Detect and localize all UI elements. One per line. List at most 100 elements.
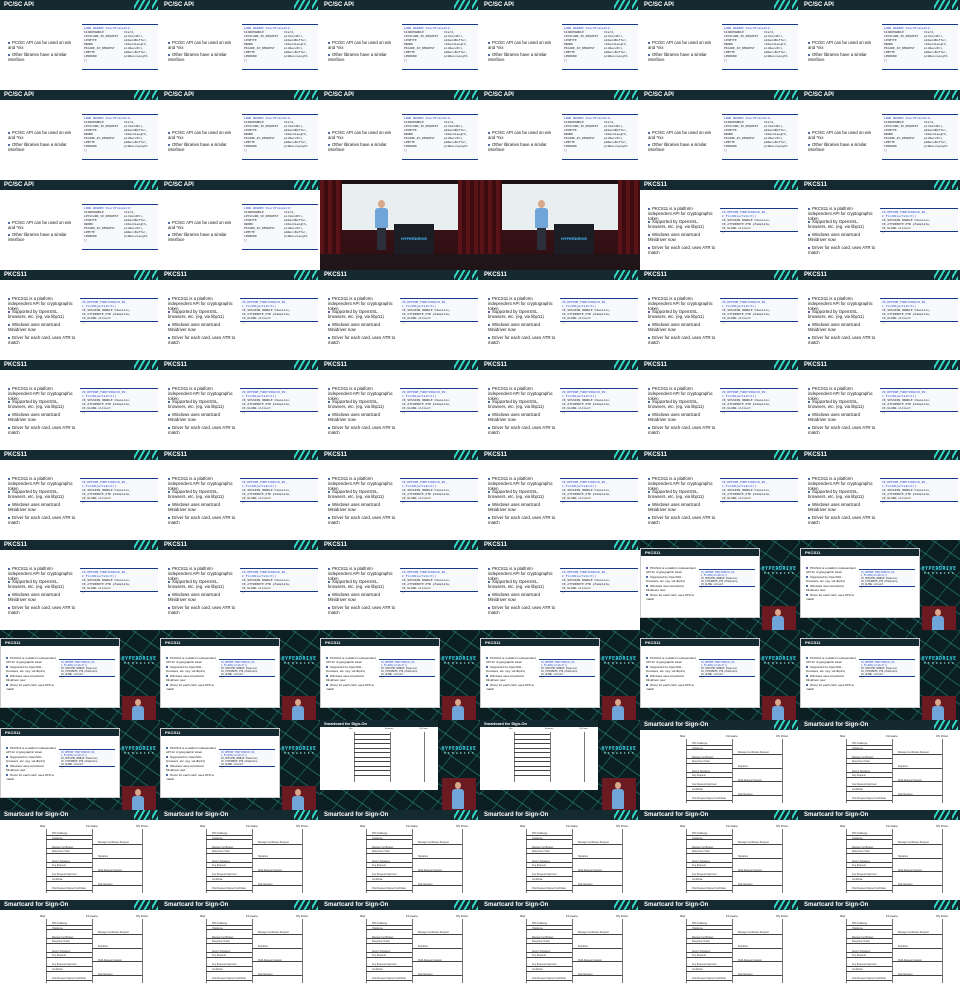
video-frame-thumbnail[interactable]: PKCS11 PKCS11 is a platform independent A…: [480, 630, 640, 720]
video-frame-thumbnail[interactable]: PKCS11 PKCS11 is a platform independent A…: [0, 360, 160, 450]
video-frame-thumbnail[interactable]: PC/SC API PC/SC API can be used on win an…: [640, 90, 800, 180]
video-frame-thumbnail[interactable]: PC/SC API PC/SC API can be used on win an…: [160, 180, 320, 270]
video-frame-thumbnail[interactable]: PKCS11 PKCS11 is a platform independent A…: [320, 270, 480, 360]
video-frame-thumbnail[interactable]: PKCS11 PKCS11 is a platform independent A…: [480, 450, 640, 540]
video-frame-thumbnail[interactable]: Smartcard for Sign-On Mac Firmware OS Drive…: [160, 900, 320, 990]
video-frame-thumbnail[interactable]: PKCS11 PKCS11 is a platform independent A…: [0, 630, 160, 720]
video-frame-thumbnail[interactable]: Smartcard for Sign-On Mac Firmware OS Drive…: [640, 810, 800, 900]
bullet-item: Windows uses smartcard Minidriver now: [488, 412, 556, 422]
message-label: Return Signature: [372, 949, 391, 953]
lifeline-label: OS Driver: [136, 914, 149, 918]
video-frame-thumbnail[interactable]: PKCS11 PKCS11 is a platform independent A…: [800, 270, 960, 360]
video-frame-thumbnail[interactable]: PKCS11 PKCS11 is a platform independent A…: [320, 540, 480, 630]
video-frame-thumbnail[interactable]: PC/SC API PC/SC API can be used on win an…: [800, 0, 960, 90]
video-frame-thumbnail[interactable]: Smartcard for Sign-On Mac Firmware OS Drive…: [640, 900, 800, 990]
video-frame-thumbnail[interactable]: Smartcard for Sign-On Mac Firmware OS Drive…: [160, 810, 320, 900]
video-frame-thumbnail[interactable]: PKCS11 PKCS11 is a platform independent A…: [160, 540, 320, 630]
video-frame-thumbnail[interactable]: Smartcard for Sign-On Mac Firmware OS Drive…: [480, 720, 640, 810]
video-frame-thumbnail[interactable]: Smartcard for Sign-On Mac Firmware OS Drive…: [320, 720, 480, 810]
video-frame-thumbnail[interactable]: PKCS11 PKCS11 is a platform independent A…: [0, 450, 160, 540]
video-frame-thumbnail[interactable]: PKCS11 PKCS11 is a platform independent A…: [640, 450, 800, 540]
bullet-text: Driver for each card, uses ATR to match: [6, 683, 55, 691]
bullet-text: Driver for each card, uses ATR to match: [8, 425, 76, 435]
video-frame-thumbnail[interactable]: PKCS11 PKCS11 is a platform independent A…: [800, 360, 960, 450]
video-frame-thumbnail[interactable]: PC/SC API PC/SC API can be used on win an…: [640, 0, 800, 90]
video-frame-thumbnail[interactable]: PC/SC API PC/SC API can be used on win an…: [480, 0, 640, 90]
video-frame-thumbnail[interactable]: PKCS11 PKCS11 is a platform independent A…: [640, 630, 800, 720]
slide-title: PKCS11: [645, 550, 661, 555]
video-frame-thumbnail[interactable]: PKCS11 PKCS11 is a platform independent A…: [160, 630, 320, 720]
message-label: PIN Challenge: [692, 742, 708, 745]
video-frame-thumbnail[interactable]: Smartcard for Sign-On Mac Firmware OS Drive…: [800, 720, 960, 810]
video-frame-thumbnail[interactable]: PKCS11 PKCS11 is a platform independent A…: [160, 720, 320, 810]
video-frame-thumbnail[interactable]: PKCS11 PKCS11 is a platform independent A…: [0, 270, 160, 360]
bullet-dot: [808, 413, 810, 416]
video-frame-thumbnail[interactable]: PKCS11 PKCS11 is a platform independent A…: [320, 450, 480, 540]
video-frame-thumbnail[interactable]: PC/SC API PC/SC API can be used on win an…: [320, 0, 480, 90]
slide-header: Smartcard for Sign-On: [640, 900, 800, 910]
message-label: Signature: [738, 945, 749, 948]
video-frame-thumbnail[interactable]: Smartcard for Sign-On Mac Firmware OS Drive…: [0, 810, 160, 900]
video-frame-thumbnail[interactable]: Smartcard for Sign-On Mac Firmware OS Drive…: [480, 900, 640, 990]
video-frame-thumbnail[interactable]: PKCS11 PKCS11 is a platform independent A…: [160, 450, 320, 540]
video-frame-thumbnail[interactable]: PKCS11 PKCS11 is a platform independent A…: [320, 630, 480, 720]
video-frame-thumbnail[interactable]: PKCS11 PKCS11 is a platform independent A…: [640, 360, 800, 450]
bullet-text: Windows uses smartcard Minidriver now: [806, 584, 844, 592]
lifeline: [252, 829, 253, 893]
video-frame-thumbnail[interactable]: PKCS11 PKCS11 is a platform independent A…: [160, 360, 320, 450]
video-frame-thumbnail[interactable]: PKCS11 PKCS11 is a platform independent A…: [800, 450, 960, 540]
video-frame-thumbnail[interactable]: HYPERDRIVE: [480, 180, 640, 270]
video-frame-thumbnail[interactable]: HYPERDRIVE: [320, 180, 480, 270]
video-frame-thumbnail[interactable]: Smartcard for Sign-On Mac Firmware OS Drive…: [480, 810, 640, 900]
video-frame-thumbnail[interactable]: PKCS11 PKCS11 is a platform independent A…: [0, 720, 160, 810]
slide-title: Smartcard for Sign-On: [804, 812, 869, 818]
accent-stripes: [134, 180, 150, 190]
video-frame-thumbnail[interactable]: Smartcard for Sign-On Mac Firmware OS Drive…: [640, 720, 800, 810]
video-frame-thumbnail[interactable]: PKCS11 PKCS11 is a platform independent A…: [800, 630, 960, 720]
video-frame-thumbnail[interactable]: PC/SC API PC/SC API can be used on win an…: [0, 0, 160, 90]
slide-title: PKCS11: [804, 452, 828, 458]
video-frame-thumbnail[interactable]: Smartcard for Sign-On Mac Firmware OS Drive…: [800, 810, 960, 900]
video-frame-thumbnail[interactable]: PC/SC API PC/SC API can be used on win an…: [480, 90, 640, 180]
video-frame-thumbnail[interactable]: PKCS11 PKCS11 is a platform independent A…: [0, 540, 160, 630]
video-frame-thumbnail[interactable]: PKCS11 PKCS11 is a platform independent A…: [160, 270, 320, 360]
bullet-item: Windows uses smartcard Minidriver now: [328, 502, 396, 512]
slide-title: PKCS11: [164, 542, 188, 548]
video-frame-thumbnail[interactable]: PKCS11 PKCS11 is a platform independent A…: [320, 360, 480, 450]
video-frame-thumbnail[interactable]: PC/SC API PC/SC API can be used on win an…: [0, 90, 160, 180]
video-frame-thumbnail[interactable]: Smartcard for Sign-On Mac Firmware OS Drive…: [320, 810, 480, 900]
video-frame-thumbnail[interactable]: PKCS11 PKCS11 is a platform independent A…: [800, 180, 960, 270]
video-frame-thumbnail[interactable]: Smartcard for Sign-On Mac Firmware OS Drive…: [0, 900, 160, 990]
accent-stripes: [152, 540, 158, 550]
slide-title: PKCS11: [325, 640, 341, 645]
message-label: Multi-Request Session: [578, 958, 602, 962]
video-frame-thumbnail[interactable]: PKCS11 PKCS11 is a platform independent A…: [480, 270, 640, 360]
video-frame-thumbnail[interactable]: PKCS11 PKCS11 is a platform independent A…: [480, 540, 640, 630]
video-frame-thumbnail[interactable]: PC/SC API PC/SC API can be used on win an…: [160, 0, 320, 90]
code-line: );: [242, 410, 246, 414]
lifeline: [572, 919, 573, 983]
bullet-item: Driver for each card, uses ATR to match: [8, 425, 76, 435]
bullet-dot: [168, 606, 170, 609]
video-frame-thumbnail[interactable]: PC/SC API PC/SC API can be used on win an…: [160, 90, 320, 180]
bullet-dot: [648, 310, 650, 313]
accent-stripes: [152, 810, 158, 820]
embedded-slide: Smartcard for Sign-On Mac Firmware OS Drive…: [480, 720, 598, 790]
video-frame-thumbnail[interactable]: PKCS11 PKCS11 is a platform independent A…: [800, 540, 960, 630]
accent-stripes: [134, 810, 150, 820]
video-frame-thumbnail[interactable]: PC/SC API PC/SC API can be used on win an…: [800, 90, 960, 180]
video-frame-thumbnail[interactable]: PKCS11 PKCS11 is a platform independent A…: [480, 360, 640, 450]
video-frame-thumbnail[interactable]: PKCS11 PKCS11 is a platform independent A…: [640, 180, 800, 270]
video-frame-thumbnail[interactable]: Smartcard for Sign-On Mac Firmware OS Drive…: [800, 900, 960, 990]
video-frame-thumbnail[interactable]: PKCS11 PKCS11 is a platform independent A…: [640, 540, 800, 630]
code-block: CK_DEFINE_FUNCTION(CK_RV, C_FindObjectsI…: [699, 659, 755, 679]
bullet-text: PC/SC API can be used on win and *nix: [8, 130, 72, 140]
speaker-camera: [922, 696, 956, 720]
video-frame-thumbnail[interactable]: PC/SC API PC/SC API can be used on win an…: [0, 180, 160, 270]
video-frame-thumbnail[interactable]: Smartcard for Sign-On Mac Firmware OS Drive…: [320, 900, 480, 990]
thumbnail-grid: PC/SC API PC/SC API can be used on win an…: [0, 0, 960, 990]
video-frame-thumbnail[interactable]: PC/SC API PC/SC API can be used on win an…: [320, 90, 480, 180]
bullet-item: Driver for each card, uses ATR to match: [646, 683, 696, 691]
video-frame-thumbnail[interactable]: PKCS11 PKCS11 is a platform independent A…: [640, 270, 800, 360]
accent-stripes: [152, 360, 158, 370]
